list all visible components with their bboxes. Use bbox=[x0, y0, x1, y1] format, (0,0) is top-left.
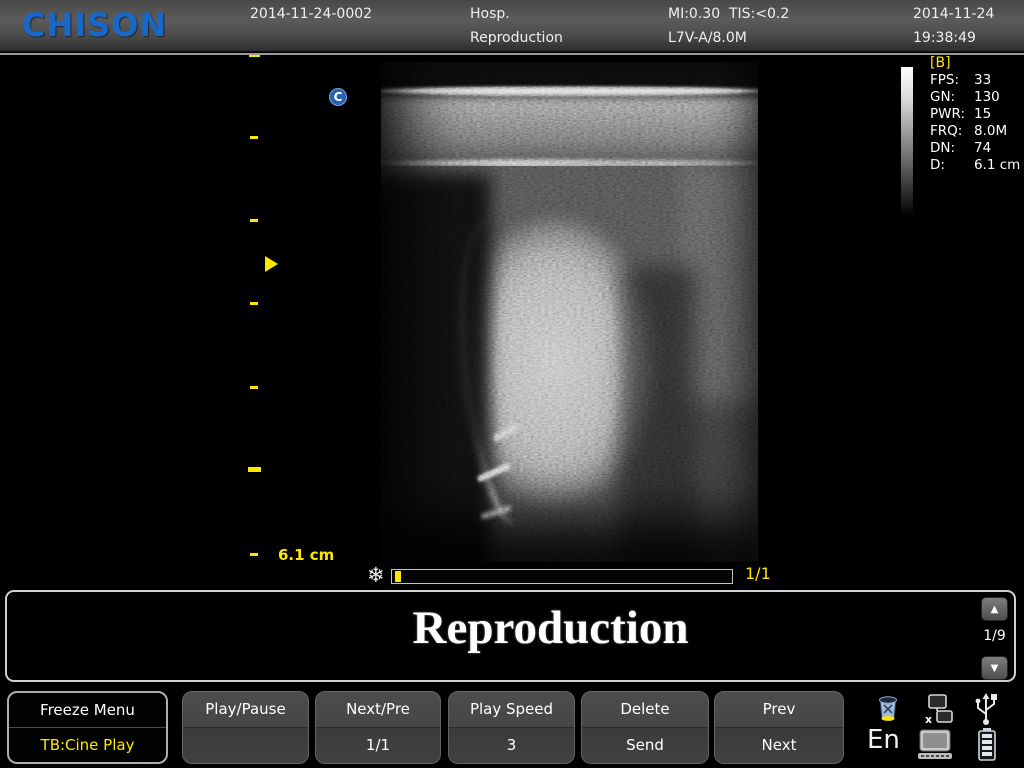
freeze-snowflake-icon: ❄ bbox=[367, 563, 385, 587]
ultrasound-image bbox=[381, 62, 758, 562]
page-down-button[interactable]: ▼ bbox=[981, 656, 1008, 680]
mi-tis-readout: MI:0.30 TIS:<0.2 bbox=[668, 6, 789, 22]
chison-logo: CHISON bbox=[22, 6, 167, 44]
header-divider bbox=[0, 53, 1024, 55]
param-power: PWR: 15 bbox=[930, 106, 1024, 122]
ruler-tick bbox=[250, 553, 258, 556]
printer-icon bbox=[916, 729, 956, 763]
page-up-button[interactable]: ▲ bbox=[981, 597, 1008, 621]
cine-frame-counter: 1/1 bbox=[745, 564, 771, 583]
softkey-play-speed[interactable]: Play Speed 3 bbox=[448, 691, 575, 764]
param-frequency: FRQ: 8.0M bbox=[930, 123, 1024, 139]
ruler-tick bbox=[250, 219, 258, 222]
softkey-freeze-menu[interactable]: Freeze Menu TB:Cine Play bbox=[7, 691, 168, 764]
softkey-prev-next[interactable]: Prev Next bbox=[714, 691, 844, 764]
param-gain: GN: 130 bbox=[930, 89, 1024, 105]
system-date: 2014-11-24 bbox=[913, 6, 994, 22]
page-indicator: 1/9 bbox=[979, 628, 1010, 644]
header-bar: CHISON 2014-11-24-0002 Hosp. Reproductio… bbox=[0, 0, 1024, 52]
cine-position-marker[interactable] bbox=[395, 571, 401, 582]
param-dynamic-range: DN: 74 bbox=[930, 140, 1024, 156]
softkey-delete-send[interactable]: Delete Send bbox=[581, 691, 709, 764]
ruler-tick bbox=[250, 386, 258, 389]
probe-model: L7V-A/8.0M bbox=[668, 30, 747, 46]
ruler-tick bbox=[250, 302, 258, 305]
language-indicator: En bbox=[867, 725, 900, 755]
exam-id: 2014-11-24-0002 bbox=[250, 6, 372, 22]
imaging-mode-label: [B] bbox=[930, 55, 951, 71]
param-fps: FPS: 33 bbox=[930, 72, 1024, 88]
softkey-play-pause[interactable]: Play/Pause bbox=[182, 691, 309, 764]
ruler-tick bbox=[248, 467, 261, 472]
depth-value-label: 6.1 cm bbox=[278, 546, 334, 564]
us-speckle-noise bbox=[381, 62, 758, 562]
network-disconnected-icon: x bbox=[917, 694, 955, 726]
battery-icon bbox=[977, 728, 997, 762]
system-time: 19:38:49 bbox=[913, 30, 976, 46]
probe-orientation-marker: C bbox=[329, 88, 347, 106]
param-depth: D: 6.1 cm bbox=[930, 157, 1024, 173]
exam-preset: Reproduction bbox=[470, 30, 563, 46]
svg-text:x: x bbox=[925, 713, 932, 726]
trash-bin-icon bbox=[872, 693, 904, 725]
cine-progress-bar[interactable] bbox=[391, 569, 733, 584]
hospital-name: Hosp. bbox=[470, 6, 510, 22]
menu-title: Reproduction bbox=[47, 601, 1024, 655]
softkey-next-pre[interactable]: Next/Pre 1/1 bbox=[315, 691, 441, 764]
ruler-tick bbox=[250, 136, 258, 139]
usb-icon bbox=[972, 690, 1000, 728]
grayscale-map-bar bbox=[901, 67, 913, 216]
menu-title-panel: Reproduction ▲ 1/9 ▼ bbox=[5, 590, 1016, 682]
probe-mark-arrow-icon bbox=[265, 256, 278, 272]
